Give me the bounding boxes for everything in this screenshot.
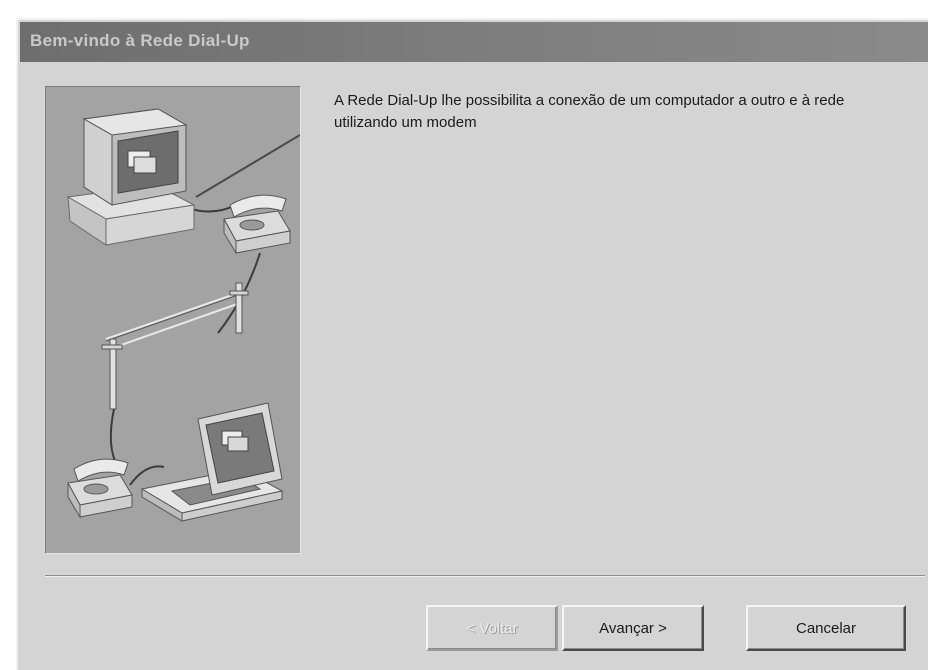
telephone-icon — [223, 194, 291, 255]
wizard-illustration — [45, 86, 301, 554]
next-button-label: Avançar > — [599, 619, 667, 637]
back-button-label: < Voltar — [466, 619, 518, 637]
title-bar[interactable]: Bem-vindo à Rede Dial-Up — [20, 22, 928, 62]
next-button[interactable]: Avançar > — [562, 605, 704, 651]
cancel-button[interactable]: Cancelar — [746, 605, 906, 651]
window-title: Bem-vindo à Rede Dial-Up — [30, 31, 250, 50]
desktop-computer-icon — [66, 108, 196, 246]
network-illustration — [66, 108, 300, 522]
dial-up-wizard-window: Bem-vindo à Rede Dial-Up A Rede Dial-Up … — [16, 18, 928, 670]
telephone-icon — [67, 458, 133, 519]
cancel-button-label: Cancelar — [795, 619, 857, 637]
button-separator — [45, 575, 925, 577]
laptop-computer-icon — [140, 402, 284, 522]
wizard-description: A Rede Dial-Up lhe possibilita a conexão… — [334, 92, 845, 131]
back-button[interactable]: < Voltar — [426, 605, 558, 651]
